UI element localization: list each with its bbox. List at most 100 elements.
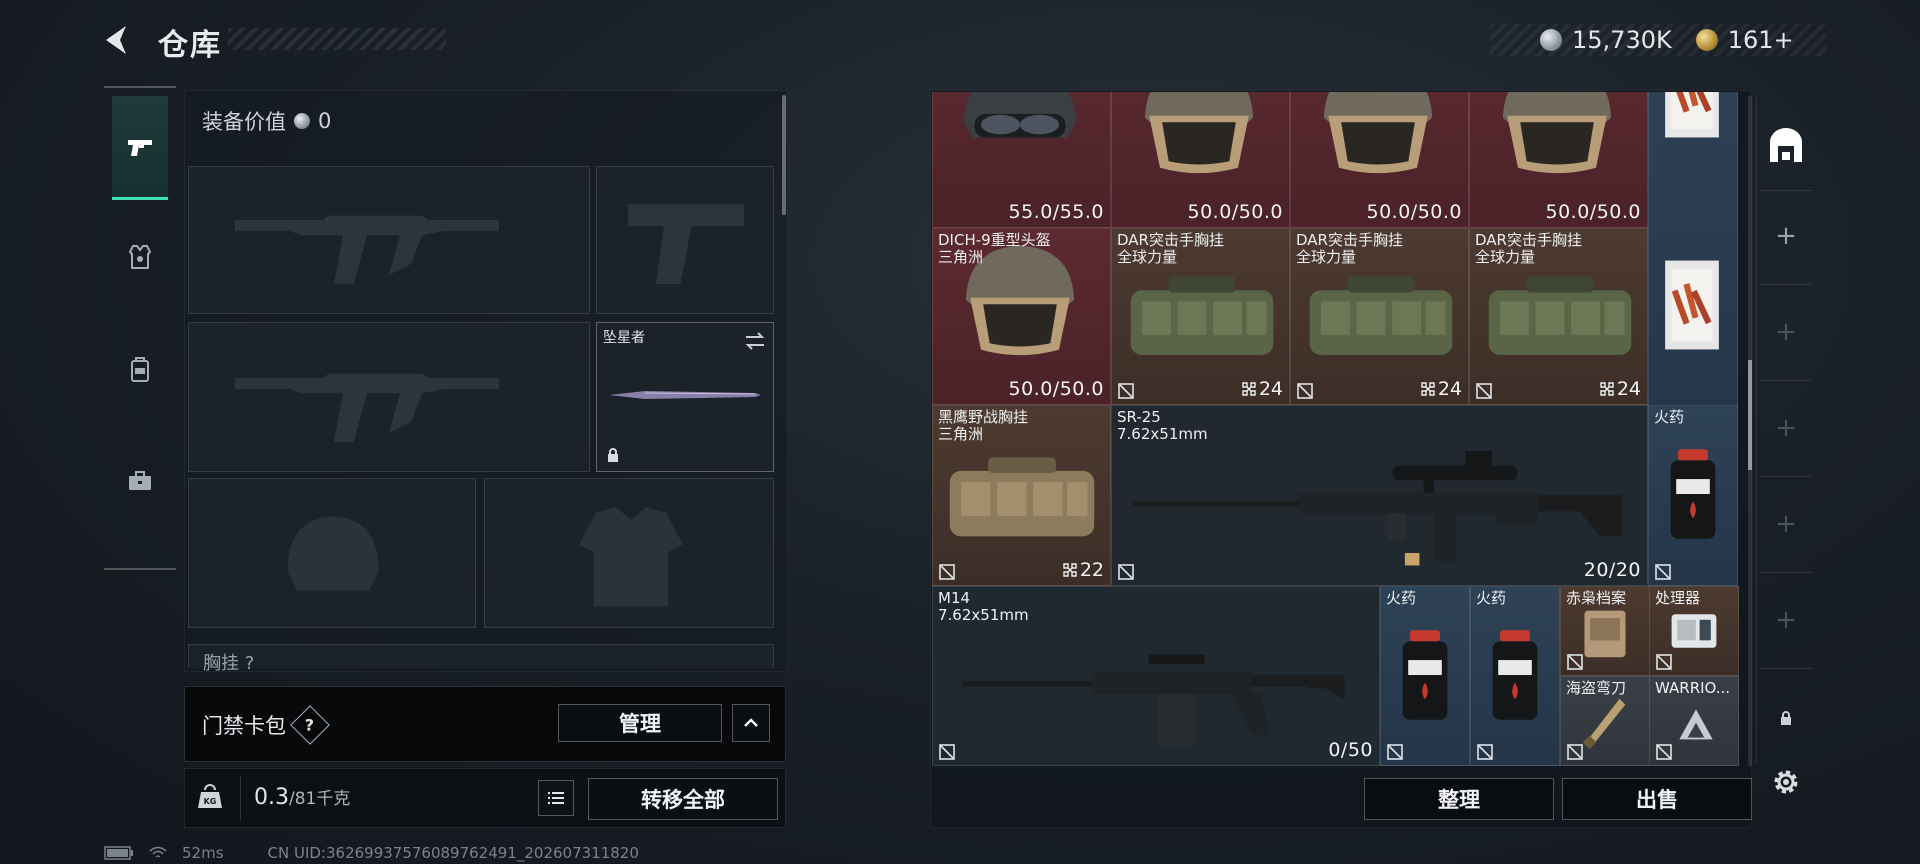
equipment-value-label: 装备价值 [202, 110, 286, 134]
item-name: 火药 [1476, 589, 1507, 607]
storage-item[interactable]: M14 7.62x51mm 0/50 [932, 586, 1380, 766]
storage-item[interactable]: 50.0/50.0 [1469, 92, 1648, 228]
storage-item[interactable]: 赤枭档案 [1560, 586, 1650, 676]
item-value: 20/20 [1583, 559, 1641, 581]
gear-icon [1774, 770, 1798, 794]
storage-item[interactable]: 火药 [1380, 586, 1470, 766]
storage-item[interactable]: SR-25 7.62x51mm 20/20 [1111, 405, 1648, 586]
locked-tab[interactable] [1756, 706, 1816, 730]
equipment-scrollbar[interactable] [782, 95, 786, 215]
add-storage-tab-1[interactable]: + [1756, 214, 1816, 258]
storage-item[interactable]: 50.0/50.0 [1111, 92, 1290, 228]
no-insure-icon [939, 744, 955, 760]
back-button[interactable] [100, 22, 136, 58]
list-view-button[interactable] [538, 780, 574, 816]
item-name: 火药 [1386, 589, 1417, 607]
item-value: 50.0/50.0 [1366, 201, 1462, 223]
item-capacity: 22 [1062, 559, 1104, 581]
rail-bottom-line [104, 568, 176, 570]
no-insure-icon [1297, 383, 1313, 399]
wifi-icon [149, 846, 167, 858]
side-divider [1760, 284, 1812, 285]
item-capacity: 24 [1241, 378, 1283, 400]
no-insure-icon [1387, 744, 1403, 760]
item-name: 海盗弯刀 [1566, 679, 1627, 697]
storage-item[interactable]: 55.0/55.0 [932, 92, 1111, 228]
add-storage-tab-4[interactable]: + [1756, 502, 1816, 546]
storage-item[interactable]: 处理器 [1649, 586, 1739, 676]
pistol-icon [128, 139, 152, 156]
no-insure-icon [1656, 744, 1672, 760]
storage-item[interactable]: 黑鹰野战胸挂 三角洲 22 [932, 405, 1111, 586]
side-divider [1760, 190, 1812, 191]
equipment-value: 装备价值 0 [202, 106, 331, 136]
tab-case[interactable] [112, 426, 168, 536]
silver-coin-icon [294, 113, 310, 129]
item-name: SR-25 7.62x51mm [1117, 408, 1208, 443]
storage-item[interactable]: 50.0/50.0 [1290, 92, 1469, 228]
storage-scroll-thumb[interactable] [1748, 360, 1752, 470]
knife-icon [609, 391, 761, 399]
manage-button[interactable]: 管理 [558, 704, 722, 742]
no-insure-icon [1655, 564, 1671, 580]
add-storage-tab-2[interactable]: + [1756, 310, 1816, 354]
no-insure-icon [1476, 383, 1492, 399]
expand-button[interactable] [732, 704, 770, 742]
tab-armor[interactable] [112, 202, 168, 312]
swap-icon[interactable] [743, 329, 767, 353]
no-insure-icon [1118, 564, 1134, 580]
primary-weapon-slot[interactable] [188, 166, 590, 314]
transfer-all-button[interactable]: 转移全部 [588, 778, 778, 820]
no-insure-icon [1477, 744, 1493, 760]
add-storage-tab-3[interactable]: + [1756, 406, 1816, 450]
sell-button[interactable]: 出售 [1562, 778, 1752, 820]
storage-item[interactable]: WARRIO... [1649, 676, 1739, 766]
slot-capacity-icon [1063, 563, 1077, 577]
item-name: 处理器 [1655, 589, 1701, 607]
weight-readout: 0.3/81千克 [254, 784, 350, 810]
body-armor-slot[interactable] [484, 478, 774, 628]
briefcase-icon [129, 471, 151, 490]
item-name: DAR突击手胸挂 全球力量 [1117, 231, 1224, 266]
svg-text:KG: KG [204, 797, 217, 806]
storage-item[interactable]: DICH-9重型头盔 三角洲 50.0/50.0 [932, 228, 1111, 405]
storage-item[interactable]: DAR突击手胸挂 全球力量 24 [1469, 228, 1648, 405]
organize-button[interactable]: 整理 [1364, 778, 1554, 820]
no-insure-icon [1567, 654, 1583, 670]
secondary-weapon-slot[interactable] [188, 322, 590, 472]
storage-item[interactable]: DAR突击手胸挂 全球力量 24 [1111, 228, 1290, 405]
slot-capacity-icon [1242, 382, 1256, 396]
storage-item[interactable]: 海盗弯刀 [1560, 676, 1650, 766]
add-storage-tab-5[interactable]: + [1756, 598, 1816, 642]
rifle-silhouette-icon [235, 373, 499, 442]
storage-item[interactable]: 子弹零件初 [1648, 92, 1738, 451]
chest-rig-row[interactable]: 胸挂 ? [188, 644, 774, 674]
back-arrow-icon [106, 26, 126, 54]
silver-coin-icon [1540, 29, 1562, 51]
equipment-tab-rail [104, 86, 176, 570]
item-name: DAR突击手胸挂 全球力量 [1475, 231, 1582, 266]
tab-backpack[interactable] [112, 314, 168, 424]
settings-button[interactable] [1756, 762, 1816, 802]
helmet-slot[interactable] [188, 478, 476, 628]
no-insure-icon [1567, 744, 1583, 760]
gold-amount: 161+ [1727, 26, 1794, 54]
item-name: 赤枭档案 [1566, 589, 1627, 607]
storage-item[interactable]: 火药 [1470, 586, 1560, 766]
storage-item[interactable]: DAR突击手胸挂 全球力量 24 [1290, 228, 1469, 405]
slot-capacity-icon [1421, 382, 1435, 396]
storage-item[interactable]: 火药 [1648, 405, 1738, 586]
item-name: 黑鹰野战胸挂 三角洲 [938, 408, 1029, 443]
weight-current: 0.3 [254, 785, 289, 810]
access-card-bag: 门禁卡包 ? [202, 705, 330, 745]
melee-slot[interactable]: 坠星者 [596, 322, 774, 472]
storage-tab-main[interactable] [1756, 118, 1816, 174]
item-value: 50.0/50.0 [1545, 201, 1641, 223]
pistol-slot[interactable] [596, 166, 774, 314]
help-icon[interactable]: ? [290, 705, 330, 745]
side-divider [1760, 380, 1812, 381]
currency-bar: 15,730K 161+ [1490, 24, 1826, 56]
weight-max: /81千克 [289, 789, 351, 809]
tab-weapons[interactable] [112, 96, 168, 200]
item-value: 0/50 [1328, 739, 1373, 761]
